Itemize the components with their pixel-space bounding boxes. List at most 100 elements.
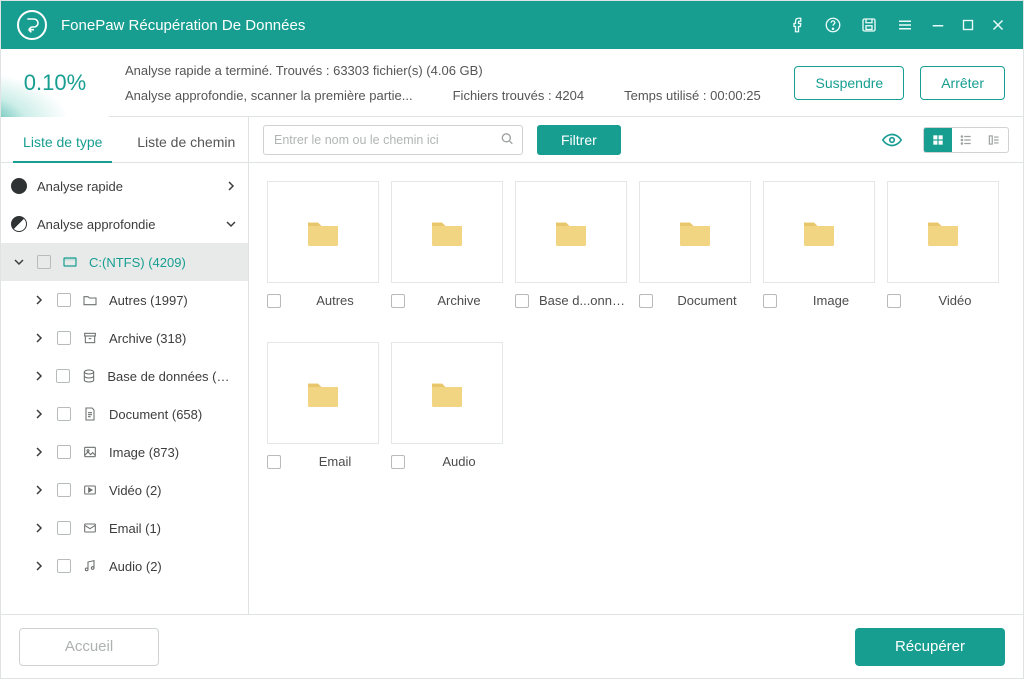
tree-item-email[interactable]: Email (1) — [1, 509, 248, 547]
status-dot-icon — [11, 216, 27, 232]
document-icon — [81, 406, 99, 422]
checkbox[interactable] — [391, 294, 405, 308]
tree-item-autres[interactable]: Autres (1997) — [1, 281, 248, 319]
progress-percent: 0.10% — [24, 70, 86, 96]
folder-label: Archive — [415, 293, 503, 308]
folder-thumb — [267, 342, 379, 444]
checkbox[interactable] — [639, 294, 653, 308]
checkbox[interactable] — [57, 521, 71, 535]
tree-label: C:(NTFS) (4209) — [89, 255, 186, 270]
chevron-right-icon — [31, 485, 47, 495]
status-dot-icon — [11, 178, 27, 194]
maximize-button[interactable] — [953, 1, 983, 49]
checkbox[interactable] — [57, 331, 71, 345]
home-button[interactable]: Accueil — [19, 628, 159, 666]
folder-thumb — [391, 342, 503, 444]
app-logo — [17, 10, 47, 40]
footer: Accueil Récupérer — [1, 614, 1023, 678]
video-icon — [81, 482, 99, 498]
folder-thumb — [763, 181, 875, 283]
folder-card[interactable]: Audio — [391, 342, 503, 469]
folder-icon — [303, 211, 343, 254]
facebook-icon[interactable] — [779, 1, 815, 49]
chevron-right-icon — [31, 333, 47, 343]
help-icon[interactable] — [815, 1, 851, 49]
tree-item-archive[interactable]: Archive (318) — [1, 319, 248, 357]
checkbox[interactable] — [57, 483, 71, 497]
stop-button[interactable]: Arrêter — [920, 66, 1005, 100]
recover-button[interactable]: Récupérer — [855, 628, 1005, 666]
checkbox[interactable] — [267, 455, 281, 469]
archive-icon — [81, 330, 99, 346]
checkbox[interactable] — [887, 294, 901, 308]
checkbox[interactable] — [515, 294, 529, 308]
checkbox[interactable] — [763, 294, 777, 308]
preview-icon[interactable] — [881, 129, 903, 151]
close-button[interactable] — [983, 1, 1013, 49]
filter-button[interactable]: Filtrer — [537, 125, 621, 155]
folder-card[interactable]: Image — [763, 181, 875, 308]
checkbox[interactable] — [57, 293, 71, 307]
folder-label: Autres — [291, 293, 379, 308]
main-panel: Filtrer AutresAr — [249, 117, 1023, 614]
tree-quick-scan[interactable]: Analyse rapide — [1, 167, 248, 205]
tab-type-list[interactable]: Liste de type — [1, 134, 125, 162]
checkbox[interactable] — [267, 294, 281, 308]
folder-icon — [303, 372, 343, 415]
tree-label: Analyse rapide — [37, 179, 123, 194]
progress-indicator: 0.10% — [1, 49, 109, 117]
view-list-button[interactable] — [952, 128, 980, 152]
image-icon — [81, 444, 99, 460]
checkbox[interactable] — [37, 255, 51, 269]
folder-label: Base d...onnées — [539, 293, 627, 308]
tree-item-document[interactable]: Document (658) — [1, 395, 248, 433]
folder-icon — [799, 211, 839, 254]
folder-thumb — [391, 181, 503, 283]
tree-item-video[interactable]: Vidéo (2) — [1, 471, 248, 509]
files-found: Fichiers trouvés : 4204 — [453, 88, 585, 103]
checkbox[interactable] — [56, 369, 70, 383]
tree-item-image[interactable]: Image (873) — [1, 433, 248, 471]
menu-icon[interactable] — [887, 1, 923, 49]
folder-label: Email — [291, 454, 379, 469]
status-line-2: Analyse approfondie, scanner la première… — [125, 88, 413, 103]
drive-icon — [61, 254, 79, 270]
save-icon[interactable] — [851, 1, 887, 49]
folder-icon — [923, 211, 963, 254]
view-grid-button[interactable] — [924, 128, 952, 152]
view-detail-button[interactable] — [980, 128, 1008, 152]
pause-button[interactable]: Suspendre — [794, 66, 904, 100]
folder-card[interactable]: Archive — [391, 181, 503, 308]
tree-drive[interactable]: C:(NTFS) (4209) — [1, 243, 248, 281]
folder-card[interactable]: Document — [639, 181, 751, 308]
folder-card[interactable]: Vidéo — [887, 181, 999, 308]
checkbox[interactable] — [57, 559, 71, 573]
tree-label: Document (658) — [109, 407, 202, 422]
app-title: FonePaw Récupération De Données — [61, 17, 305, 34]
content-toolbar: Filtrer — [249, 117, 1023, 163]
folder-thumb — [267, 181, 379, 283]
checkbox[interactable] — [57, 407, 71, 421]
tree-deep-scan[interactable]: Analyse approfondie — [1, 205, 248, 243]
chevron-down-icon — [226, 217, 236, 232]
folder-card[interactable]: Autres — [267, 181, 379, 308]
tree-label: Autres (1997) — [109, 293, 188, 308]
folder-icon — [81, 292, 99, 308]
checkbox[interactable] — [57, 445, 71, 459]
tree-item-audio[interactable]: Audio (2) — [1, 547, 248, 585]
folder-card[interactable]: Email — [267, 342, 379, 469]
folder-card[interactable]: Base d...onnées — [515, 181, 627, 308]
time-used: Temps utilisé : 00:00:25 — [624, 88, 761, 103]
tree-item-database[interactable]: Base de données (358) — [1, 357, 248, 395]
tree-label: Archive (318) — [109, 331, 186, 346]
minimize-button[interactable] — [923, 1, 953, 49]
chevron-right-icon — [31, 295, 47, 305]
search-input[interactable] — [263, 125, 523, 155]
status-line-1: Analyse rapide a terminé. Trouvés : 6330… — [125, 63, 794, 78]
chevron-right-icon — [31, 561, 47, 571]
tree-label: Email (1) — [109, 521, 161, 536]
sidebar: Liste de type Liste de chemin Analyse ra… — [1, 117, 249, 614]
tab-path-list[interactable]: Liste de chemin — [125, 134, 249, 162]
tree-label: Image (873) — [109, 445, 179, 460]
checkbox[interactable] — [391, 455, 405, 469]
